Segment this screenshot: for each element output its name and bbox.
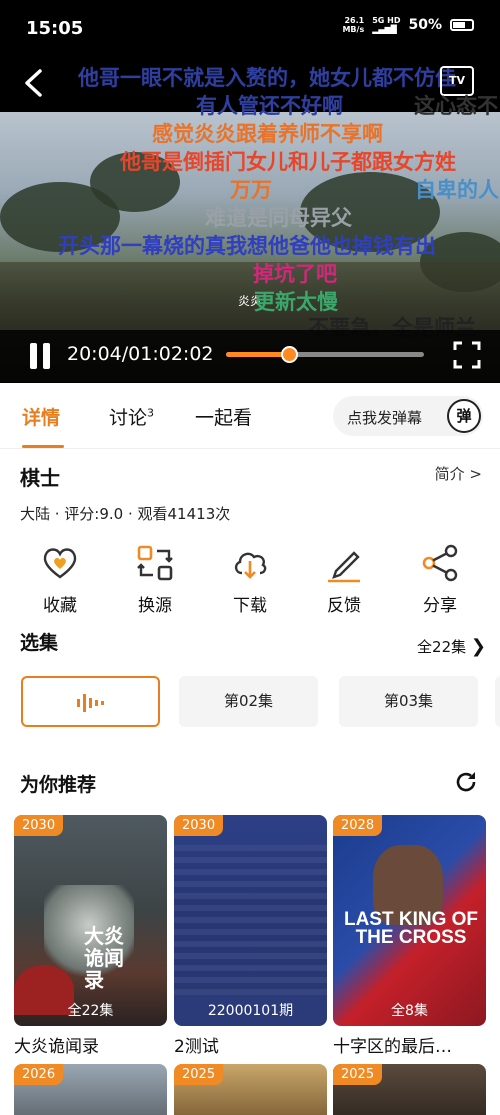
- episode-01-playing[interactable]: [21, 676, 160, 727]
- poster-image: 2030 22000101期: [174, 815, 327, 1026]
- recommend-section-title: 为你推荐: [20, 774, 97, 796]
- share-button[interactable]: 分享: [410, 543, 470, 616]
- episode-item[interactable]: 第03集: [339, 676, 478, 727]
- card-title: 十字区的最后…: [333, 1037, 452, 1057]
- discussion-count-badge: 3: [147, 406, 155, 420]
- detail-tabs: 详情 讨论3 一起看 点我发弹幕 弹: [0, 383, 500, 449]
- danmaku-comment: 这心态不: [414, 94, 498, 118]
- refresh-icon[interactable]: [454, 770, 478, 794]
- fullscreen-icon[interactable]: [453, 341, 481, 369]
- playback-time: 20:04/01:02:02: [67, 343, 214, 365]
- cloud-download-icon: [234, 552, 267, 579]
- share-icon: [422, 544, 458, 582]
- tab-discussion[interactable]: 讨论3: [109, 403, 154, 430]
- poster-image: 大炎诡闻录 2030 全22集: [14, 815, 167, 1026]
- danmaku-comment: 万万: [230, 178, 272, 202]
- danmaku-comment: 他哥一眼不就是入赘的，她女儿都不仿佳: [78, 66, 456, 90]
- progress-bar[interactable]: [226, 346, 424, 363]
- playing-equalizer-icon: [76, 694, 104, 712]
- status-time: 15:05: [26, 18, 84, 39]
- danmaku-comment: 自卑的人: [415, 178, 499, 202]
- episode-count: 22000101期: [207, 1003, 294, 1019]
- progress-knob[interactable]: [281, 346, 299, 363]
- status-bar: 15:05 26.1 MB/s 5G HD ▂▄▆█ 50%: [0, 0, 500, 60]
- pause-icon[interactable]: [30, 343, 52, 369]
- back-arrow-icon[interactable]: [20, 68, 50, 98]
- chevron-right-icon: ❯: [470, 636, 486, 657]
- danmaku-comment: 有人管还不好啊: [196, 94, 343, 118]
- year-badge: 2030: [174, 815, 224, 836]
- year-badge: 2028: [333, 815, 383, 836]
- switch-source-icon: [137, 545, 173, 581]
- episode-item[interactable]: 第02集: [179, 676, 318, 727]
- video-meta: 大陆 · 评分:9.0 · 观看41413次: [20, 505, 231, 523]
- poster-texture: [174, 845, 327, 995]
- download-button[interactable]: 下载: [220, 543, 280, 616]
- year-badge: 2026: [14, 1064, 64, 1085]
- recommend-card[interactable]: 2025: [174, 1064, 327, 1115]
- recommend-card[interactable]: 大炎诡闻录 2030 全22集 大炎诡闻录: [14, 815, 167, 1057]
- danmaku-placeholder: 点我发弹幕: [347, 409, 423, 427]
- danmaku-comment: 感觉炎炎跟着养师不享啊: [152, 122, 383, 146]
- video-player[interactable]: 他哥一眼不就是入赘的，她女儿都不仿佳 TV 有人管还不好啊 这心态不 感觉炎炎跟…: [0, 60, 500, 383]
- recommend-card[interactable]: 2030 22000101期 2测试: [174, 815, 327, 1057]
- year-badge: 2030: [14, 815, 64, 836]
- edit-pencil-icon: [328, 551, 360, 583]
- network-speed: 26.1 MB/s: [342, 16, 365, 34]
- heart-icon: [43, 548, 77, 579]
- episode-item[interactable]: [495, 676, 500, 727]
- card-title: 2测试: [174, 1037, 219, 1057]
- recommend-card[interactable]: LAST KING OF THE CROSS 2028 全8集 十字区的最后…: [333, 815, 486, 1057]
- player-controls: 20:04/01:02:02: [0, 330, 500, 383]
- tab-details[interactable]: 详情: [22, 403, 60, 430]
- status-indicators: 26.1 MB/s 5G HD ▂▄▆█ 50%: [342, 16, 474, 34]
- year-badge: 2025: [174, 1064, 224, 1085]
- all-episodes-link[interactable]: 全22集 ❯: [417, 636, 486, 657]
- progress-fill: [226, 352, 290, 357]
- recommend-card[interactable]: 2025: [333, 1064, 486, 1115]
- episode-count: 全22集: [67, 1003, 114, 1019]
- tab-watch-together[interactable]: 一起看: [195, 403, 252, 430]
- card-title: 大炎诡闻录: [14, 1037, 99, 1057]
- danmaku-comment: 难道是同母异父: [205, 206, 352, 230]
- danmaku-comment: 掉坑了吧: [253, 262, 337, 286]
- danmaku-send-input[interactable]: 点我发弹幕 弹: [333, 396, 483, 436]
- feedback-button[interactable]: 反馈: [314, 543, 374, 616]
- battery-icon: [450, 19, 474, 31]
- episodes-section-title: 选集: [20, 632, 59, 654]
- poster-title-art: LAST KING OF THE CROSS: [343, 909, 479, 948]
- danmaku-comment: 开头那一幕烧的真我想他爸他也掉钱有出: [58, 234, 436, 258]
- intro-link[interactable]: 简介 >: [435, 463, 482, 484]
- battery-percent: 50%: [408, 17, 442, 33]
- danmaku-comment: 他哥是倒插门女儿和儿子都跟女方姓: [120, 150, 456, 174]
- switch-source-button[interactable]: 换源: [125, 543, 185, 616]
- favorite-button[interactable]: 收藏: [30, 543, 90, 616]
- poster-image: LAST KING OF THE CROSS 2028 全8集: [333, 815, 486, 1026]
- signal-icon: 5G HD ▂▄▆█: [372, 16, 401, 34]
- year-badge: 2025: [333, 1064, 383, 1085]
- poster-title-art: 大炎诡闻录: [84, 924, 124, 992]
- active-tab-indicator: [22, 445, 64, 448]
- episode-count: 全8集: [391, 1003, 428, 1019]
- recommend-card[interactable]: 2026: [14, 1064, 167, 1115]
- video-title: 棋士: [20, 466, 60, 490]
- danmaku-toggle-button[interactable]: 弹: [447, 399, 481, 433]
